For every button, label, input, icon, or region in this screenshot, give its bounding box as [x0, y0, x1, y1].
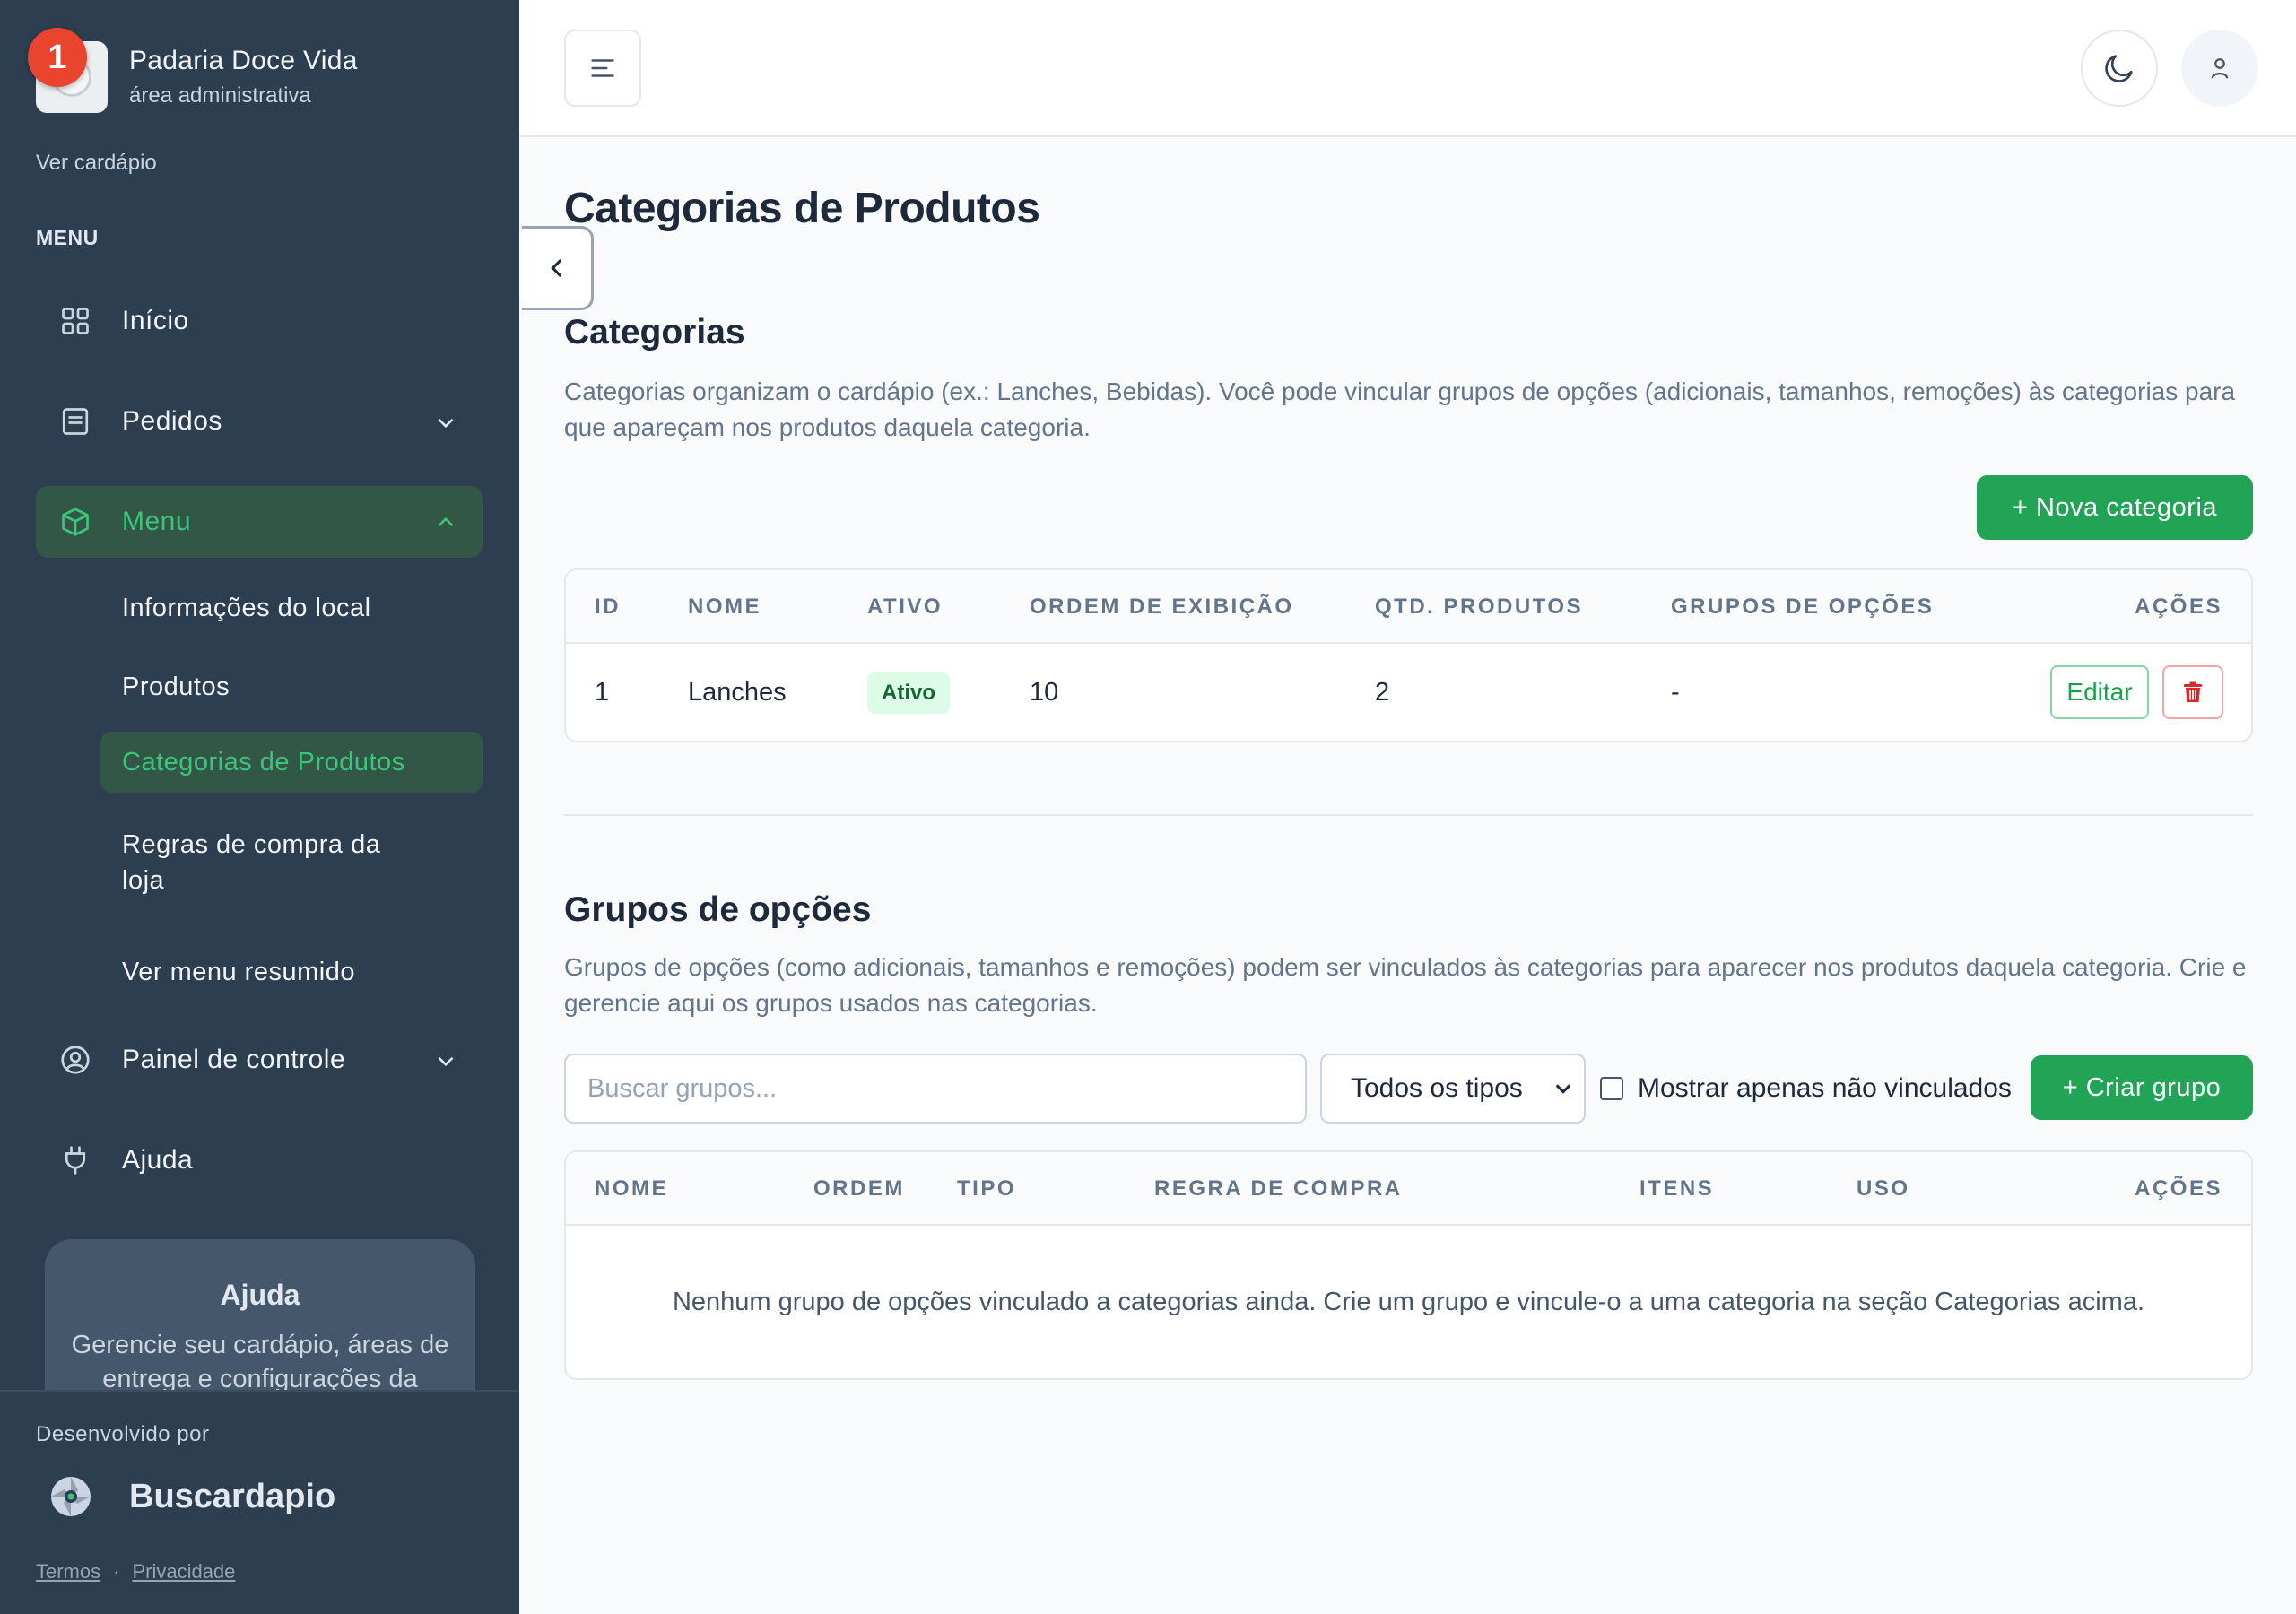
brand-name: Padaria Doce Vida: [129, 46, 358, 75]
notification-badge[interactable]: 1: [28, 28, 87, 87]
category-product-count: 2: [1375, 678, 1390, 707]
category-id: 1: [595, 678, 610, 707]
privacy-link[interactable]: Privacidade: [132, 1560, 235, 1583]
moon-icon: [2101, 50, 2137, 86]
categories-section-title: Categorias: [564, 313, 745, 351]
categories-table: ID NOME ATIVO ORDEM DE EXIBIÇÃO QTD. PRO…: [564, 568, 2253, 742]
sidebar: Padaria Doce Vida área administrativa 1 …: [0, 0, 519, 1614]
column-header-acoes: AÇÕES: [2135, 594, 2222, 619]
help-card-text: Gerencie seu cardápio, áreas de entrega …: [71, 1331, 449, 1392]
column-header-uso[interactable]: USO: [1857, 1152, 1910, 1226]
sidebar-subitem-informacoes[interactable]: Informações do local: [100, 577, 483, 638]
column-header-ordem[interactable]: ORDEM DE EXIBIÇÃO: [1030, 570, 1294, 644]
trash-icon: [2183, 681, 2203, 703]
sidebar-item-label: Painel de controle: [122, 1045, 346, 1074]
section-divider: [564, 814, 2253, 816]
sidebar-item-ajuda[interactable]: Ajuda: [36, 1124, 483, 1196]
status-badge: Ativo: [867, 672, 950, 714]
column-header-id[interactable]: ID: [595, 570, 621, 644]
sidebar-subitem-regras[interactable]: Regras de compra da loja: [100, 814, 405, 911]
view-menu-link[interactable]: Ver cardápio: [36, 151, 157, 176]
category-order: 10: [1030, 678, 1059, 707]
type-filter-select[interactable]: Todos os tipos: [1320, 1054, 1586, 1124]
terms-link[interactable]: Termos: [36, 1560, 100, 1583]
edit-category-button[interactable]: Editar: [2050, 665, 2149, 719]
categories-description: Categorias organizam o cardápio (ex.: La…: [564, 377, 2236, 441]
sidebar-item-pedidos[interactable]: Pedidos: [36, 386, 483, 457]
create-group-button[interactable]: + Criar grupo: [2031, 1055, 2253, 1120]
sidebar-divider: [0, 1390, 519, 1392]
option-groups-description: Grupos de opções (como adicionais, taman…: [564, 953, 2247, 1017]
page-title: Categorias de Produtos: [564, 185, 1040, 232]
sidebar-item-inicio[interactable]: Início: [36, 285, 483, 357]
brand-subtitle: área administrativa: [129, 83, 311, 108]
sidebar-item-painel[interactable]: Painel de controle: [36, 1024, 483, 1096]
footer-links: Termos · Privacidade: [36, 1560, 235, 1584]
option-groups-table-header: NOME ORDEM TIPO REGRA DE COMPRA ITENS US…: [566, 1152, 2251, 1226]
sidebar-item-label: Início: [122, 306, 189, 335]
table-row: 1 Lanches Ativo 10 2 - Editar: [566, 644, 2251, 741]
hamburger-button[interactable]: [564, 30, 641, 107]
type-filter-value: Todos os tipos: [1351, 1073, 1523, 1103]
column-header-grupos[interactable]: GRUPOS DE OPÇÕES: [1671, 570, 1934, 644]
sidebar-item-label: Pedidos: [122, 406, 222, 436]
footer-separator: ·: [113, 1560, 120, 1583]
theme-toggle-button[interactable]: [2081, 30, 2158, 107]
column-header-itens[interactable]: ITENS: [1639, 1152, 1714, 1226]
sidebar-item-label: Menu: [122, 507, 192, 536]
column-header-nome[interactable]: NOME: [688, 570, 761, 644]
aperture-logo-icon: [48, 1474, 93, 1519]
option-groups-section-title: Grupos de opções: [564, 890, 872, 929]
column-header-tipo[interactable]: TIPO: [957, 1152, 1016, 1226]
developed-by-label: Desenvolvido por: [36, 1422, 210, 1446]
category-name: Lanches: [688, 678, 787, 707]
sidebar-subitem-menu-resumido[interactable]: Ver menu resumido: [100, 941, 483, 1002]
unlinked-only-checkbox[interactable]: [1600, 1077, 1623, 1100]
receipt-icon: [59, 405, 91, 438]
chevron-left-icon: [544, 256, 570, 281]
category-option-groups: -: [1671, 678, 1680, 707]
chevron-down-icon: [434, 1049, 457, 1072]
chevron-up-icon: [434, 511, 457, 534]
empty-state-message: Nenhum grupo de opções vinculado a categ…: [672, 1288, 2145, 1316]
chevron-down-icon: [434, 411, 457, 434]
topbar: [519, 0, 2296, 137]
developer-name: Buscardapio: [129, 1477, 336, 1515]
grid-icon: [59, 305, 91, 337]
column-header-acoes: AÇÕES: [2135, 1176, 2222, 1201]
new-category-button[interactable]: + Nova categoria: [1977, 475, 2253, 540]
developer-brand[interactable]: Buscardapio: [48, 1474, 335, 1519]
sidebar-item-label: Ajuda: [122, 1145, 194, 1175]
help-card: Ajuda Gerencie seu cardápio, áreas de en…: [45, 1239, 475, 1392]
column-header-qtd-produtos[interactable]: QTD. PRODUTOS: [1375, 570, 1583, 644]
brand-text: Padaria Doce Vida área administrativa: [129, 46, 358, 108]
user-circle-icon: [59, 1044, 91, 1076]
unlinked-only-label[interactable]: Mostrar apenas não vinculados: [1638, 1054, 2012, 1124]
box-icon: [59, 506, 91, 538]
search-groups-input[interactable]: Buscar grupos...: [564, 1054, 1307, 1124]
chevron-down-icon: [1553, 1079, 1573, 1098]
sidebar-item-menu[interactable]: Menu: [36, 486, 483, 558]
delete-category-button[interactable]: [2162, 665, 2223, 719]
column-header-ordem[interactable]: ORDEM: [813, 1152, 905, 1226]
sidebar-collapse-button[interactable]: [522, 226, 594, 310]
categories-table-header: ID NOME ATIVO ORDEM DE EXIBIÇÃO QTD. PRO…: [566, 570, 2251, 644]
option-groups-table: NOME ORDEM TIPO REGRA DE COMPRA ITENS US…: [564, 1150, 2253, 1380]
column-header-regra[interactable]: REGRA DE COMPRA: [1154, 1152, 1403, 1226]
sidebar-subitem-produtos[interactable]: Produtos: [100, 656, 483, 717]
user-icon: [2206, 55, 2233, 82]
help-card-title: Ajuda: [220, 1279, 300, 1311]
sidebar-subitem-categorias[interactable]: Categorias de Produtos: [100, 732, 483, 793]
plug-icon: [59, 1144, 91, 1176]
user-menu-button[interactable]: [2181, 30, 2258, 107]
column-header-nome[interactable]: NOME: [595, 1152, 668, 1226]
hamburger-icon: [587, 53, 618, 83]
column-header-ativo[interactable]: ATIVO: [867, 570, 943, 644]
menu-heading: MENU: [36, 226, 99, 249]
